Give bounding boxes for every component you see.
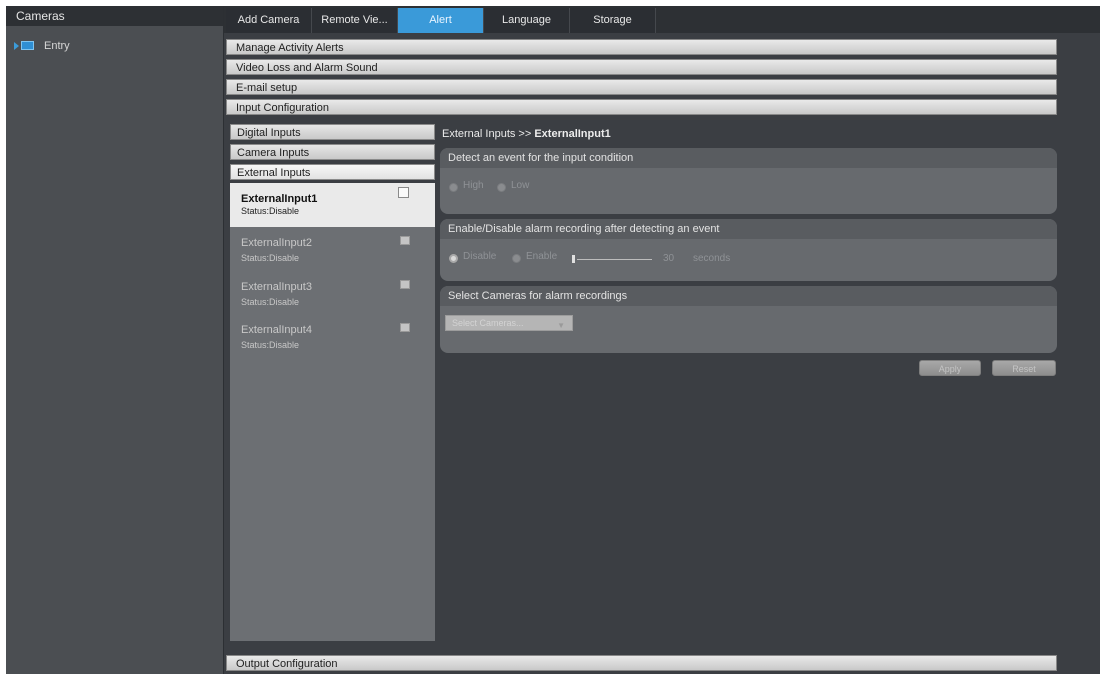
select-cameras-placeholder: Select Cameras... — [452, 318, 524, 328]
subnav-external-inputs[interactable]: External Inputs — [230, 164, 435, 180]
tree-item-label: Entry — [44, 40, 70, 52]
input-status: Status:Disable — [241, 253, 300, 263]
subnav-digital-inputs[interactable]: Digital Inputs — [230, 124, 435, 140]
tab-language[interactable]: Language — [484, 8, 570, 33]
section-output-configuration[interactable]: Output Configuration — [226, 655, 1057, 671]
radio-high[interactable] — [449, 183, 458, 192]
breadcrumb-prefix: External Inputs >> — [442, 128, 535, 140]
reset-button[interactable]: Reset — [992, 360, 1056, 376]
breadcrumb-current: ExternalInput1 — [534, 128, 611, 140]
duration-unit: seconds — [693, 253, 731, 264]
radio-low[interactable] — [497, 183, 506, 192]
input-item-4[interactable]: ExternalInput4 Status:Disable — [230, 317, 435, 361]
input-checkbox[interactable] — [400, 236, 410, 245]
section-input-configuration[interactable]: Input Configuration — [226, 99, 1057, 115]
radio-high-label: High — [463, 180, 484, 191]
breadcrumb: External Inputs >> ExternalInput1 — [442, 128, 611, 140]
input-item-1[interactable]: ExternalInput1 Status:Disable — [230, 183, 435, 227]
input-checkbox[interactable] — [400, 323, 410, 332]
camera-tree-panel: Cameras Entry — [6, 6, 224, 674]
input-name: ExternalInput2 — [241, 237, 312, 249]
select-cameras-title: Select Cameras for alarm recordings — [440, 286, 1057, 306]
input-item-2[interactable]: ExternalInput2 Status:Disable — [230, 230, 435, 274]
input-item-3[interactable]: ExternalInput3 Status:Disable — [230, 274, 435, 318]
app-window: Cameras Entry Add Camera Remote Vie... A… — [6, 6, 1100, 674]
tab-alert[interactable]: Alert — [398, 8, 484, 33]
select-cameras-card: Select Cameras for alarm recordings Sele… — [440, 286, 1057, 353]
duration-slider-track[interactable] — [577, 259, 652, 260]
top-tab-bar: Add Camera Remote Vie... Alert Language … — [224, 6, 1100, 33]
input-status: Status:Disable — [241, 206, 300, 216]
input-name: ExternalInput4 — [241, 324, 312, 336]
detect-event-card: Detect an event for the input condition … — [440, 148, 1057, 214]
input-checkbox[interactable] — [400, 280, 410, 289]
radio-disable-label: Disable — [463, 251, 497, 262]
tab-add-camera[interactable]: Add Camera — [226, 8, 312, 33]
section-video-loss[interactable]: Video Loss and Alarm Sound — [226, 59, 1057, 75]
chevron-down-icon: ▼ — [557, 321, 565, 330]
detect-event-title: Detect an event for the input condition — [440, 148, 1057, 168]
subnav-camera-inputs[interactable]: Camera Inputs — [230, 144, 435, 160]
tab-storage[interactable]: Storage — [570, 8, 656, 33]
tree-item-entry[interactable]: Entry — [14, 39, 70, 53]
radio-low-label: Low — [511, 180, 530, 191]
input-name: ExternalInput1 — [241, 193, 318, 205]
input-checkbox[interactable] — [398, 187, 409, 198]
alarm-recording-card: Enable/Disable alarm recording after det… — [440, 219, 1057, 281]
alarm-recording-title: Enable/Disable alarm recording after det… — [440, 219, 1057, 239]
section-email-setup[interactable]: E-mail setup — [226, 79, 1057, 95]
select-cameras-dropdown[interactable]: Select Cameras... ▼ — [445, 315, 573, 331]
external-input-list: ExternalInput1 Status:Disable ExternalIn… — [230, 183, 435, 641]
camera-icon — [14, 41, 34, 51]
section-manage-activity-alerts[interactable]: Manage Activity Alerts — [226, 39, 1057, 55]
duration-value: 30 — [663, 253, 675, 264]
input-name: ExternalInput3 — [241, 281, 312, 293]
cameras-header: Cameras — [6, 6, 223, 26]
duration-slider-handle[interactable] — [572, 255, 575, 263]
radio-disable[interactable] — [449, 254, 458, 263]
radio-enable[interactable] — [512, 254, 521, 263]
apply-button[interactable]: Apply — [919, 360, 981, 376]
radio-enable-label: Enable — [526, 251, 558, 262]
tab-remote-view[interactable]: Remote Vie... — [312, 8, 398, 33]
input-status: Status:Disable — [241, 340, 300, 350]
input-status: Status:Disable — [241, 297, 300, 307]
